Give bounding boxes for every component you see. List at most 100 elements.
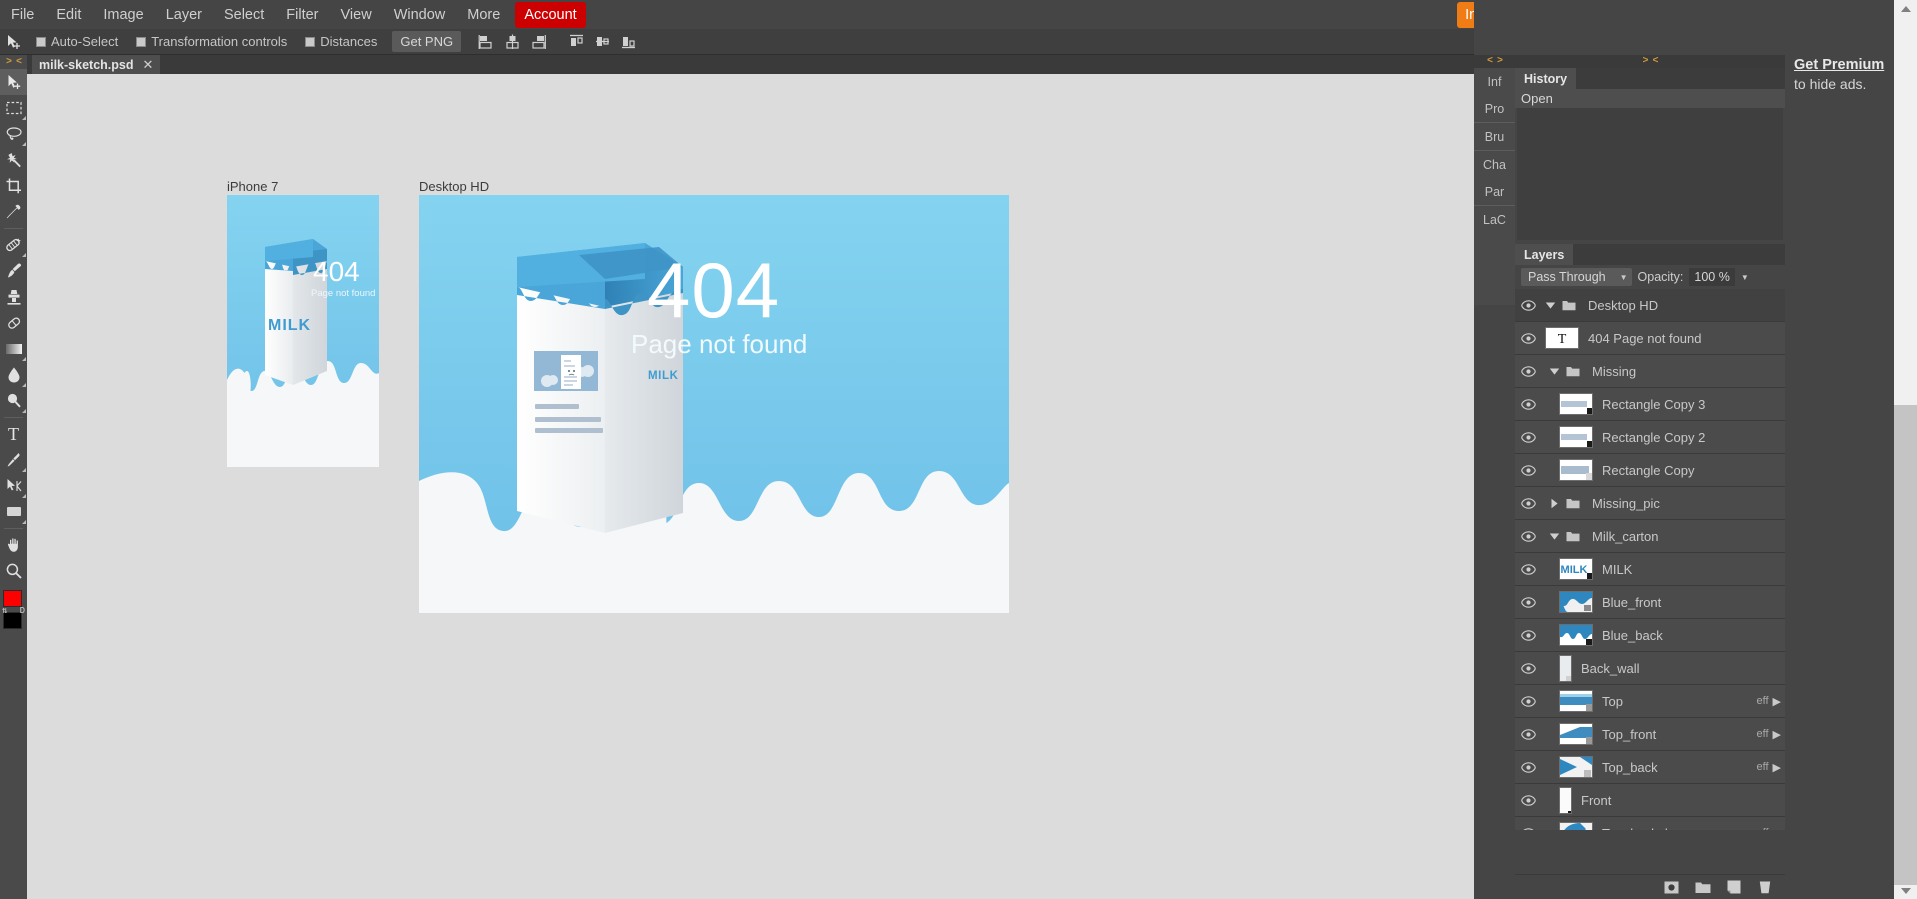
checkbox-icon[interactable] xyxy=(36,36,46,47)
tab-layers[interactable]: Layers xyxy=(1515,244,1574,265)
align-left-icon[interactable] xyxy=(473,29,499,55)
layer-thumbnail[interactable] xyxy=(1559,756,1593,778)
add-mask-icon[interactable] xyxy=(1663,880,1680,895)
layer-thumbnail[interactable] xyxy=(1559,591,1593,613)
eye-icon[interactable] xyxy=(1515,464,1541,476)
menu-item-more[interactable]: More xyxy=(456,2,511,28)
layer-row[interactable]: Blue_back xyxy=(1515,619,1785,652)
toolbar-grip[interactable]: > < xyxy=(0,55,27,69)
layer-effects-badge[interactable]: eff ▶ xyxy=(1757,695,1786,708)
eye-icon[interactable] xyxy=(1515,827,1541,830)
layer-thumbnail[interactable] xyxy=(1559,690,1593,712)
chevron-down-icon[interactable] xyxy=(1545,532,1563,541)
artboard-iphone7[interactable]: MILK 404 Page not found xyxy=(227,195,379,467)
layer-effects-badge[interactable]: eff ▶ xyxy=(1757,761,1786,774)
distribute-top-icon[interactable] xyxy=(563,29,589,55)
opacity-input[interactable]: 100 % xyxy=(1689,268,1735,286)
tool-zoom[interactable] xyxy=(0,558,27,584)
tool-path-select[interactable] xyxy=(0,473,27,499)
menu-item-account[interactable]: Account xyxy=(515,1,586,28)
layer-row[interactable]: Rectangle Copy 3 xyxy=(1515,388,1785,421)
swap-colors-icon[interactable]: ⇅ xyxy=(2,606,7,618)
opacity-chevron-down-icon[interactable]: ▼ xyxy=(1741,273,1749,282)
menu-item-file[interactable]: File xyxy=(0,2,45,28)
tool-magic-wand[interactable] xyxy=(0,147,27,173)
layer-row[interactable]: MILK MILK xyxy=(1515,553,1785,586)
layer-thumbnail[interactable] xyxy=(1559,624,1593,646)
eye-icon[interactable] xyxy=(1515,431,1541,443)
layer-thumbnail[interactable] xyxy=(1559,426,1593,448)
layer-row[interactable]: Rectangle Copy xyxy=(1515,454,1785,487)
tool-brush[interactable] xyxy=(0,258,27,284)
minitab-par[interactable]: Par xyxy=(1474,178,1515,205)
eye-icon[interactable] xyxy=(1515,299,1541,311)
layer-row[interactable]: Top_back eff ▶ xyxy=(1515,751,1785,784)
eye-icon[interactable] xyxy=(1515,398,1541,410)
minitab-lac[interactable]: LaC xyxy=(1474,206,1515,233)
chevron-right-icon[interactable]: ▶ xyxy=(1773,695,1781,708)
new-layer-icon[interactable] xyxy=(1725,880,1742,895)
close-icon[interactable]: ✕ xyxy=(142,57,153,73)
layer-row[interactable]: Back_wall xyxy=(1515,652,1785,685)
distribute-middle-icon[interactable] xyxy=(589,29,615,55)
page-scrollbar-thumb[interactable] xyxy=(1894,405,1917,885)
option-distances[interactable]: Distances xyxy=(296,34,386,49)
menu-item-filter[interactable]: Filter xyxy=(275,2,329,28)
minitab-cha[interactable]: Cha xyxy=(1474,151,1515,178)
move-tool-icon[interactable] xyxy=(0,29,27,55)
layer-row[interactable]: Blue_front xyxy=(1515,586,1785,619)
menu-item-image[interactable]: Image xyxy=(92,2,154,28)
tool-clone-stamp[interactable] xyxy=(0,284,27,310)
eye-icon[interactable] xyxy=(1515,365,1541,377)
eye-icon[interactable] xyxy=(1515,761,1541,773)
chevron-right-icon[interactable] xyxy=(1545,498,1563,509)
align-center-icon[interactable] xyxy=(499,29,525,55)
chevron-right-icon[interactable]: ▶ xyxy=(1773,761,1781,774)
layer-effects-badge[interactable]: eff ▶ xyxy=(1757,728,1786,741)
layer-row[interactable]: Missing_pic xyxy=(1515,487,1785,520)
layer-row[interactable]: Rectangle Copy 2 xyxy=(1515,421,1785,454)
layer-thumbnail[interactable] xyxy=(1559,822,1593,830)
tool-type[interactable]: T xyxy=(0,421,27,447)
menu-item-view[interactable]: View xyxy=(330,2,383,28)
tool-crop[interactable] xyxy=(0,173,27,199)
eye-icon[interactable] xyxy=(1515,629,1541,641)
history-panel-grip[interactable]: > < xyxy=(1515,55,1785,68)
delete-layer-icon[interactable] xyxy=(1756,880,1773,895)
eye-icon[interactable] xyxy=(1515,332,1541,344)
layer-thumbnail[interactable] xyxy=(1559,393,1593,415)
layer-effects-badge[interactable]: eff ▶ xyxy=(1757,827,1786,831)
canvas-viewport[interactable]: iPhone 7 MILK 404 Page not found Desktop… xyxy=(27,74,1474,899)
tool-marquee[interactable] xyxy=(0,95,27,121)
foreground-color-swatch[interactable] xyxy=(3,590,22,607)
layer-thumbnail[interactable] xyxy=(1559,786,1572,814)
scroll-down-arrow-icon[interactable] xyxy=(1894,882,1917,899)
chevron-right-icon[interactable]: ▶ xyxy=(1773,827,1781,831)
eye-icon[interactable] xyxy=(1515,596,1541,608)
layer-row[interactable]: Top_front eff ▶ xyxy=(1515,718,1785,751)
get-premium-link[interactable]: Get Premium xyxy=(1788,55,1894,73)
layer-row[interactable]: Top eff ▶ xyxy=(1515,685,1785,718)
default-colors-icon[interactable]: D xyxy=(20,606,25,618)
tool-lasso[interactable] xyxy=(0,121,27,147)
eye-icon[interactable] xyxy=(1515,497,1541,509)
history-entry[interactable]: Open xyxy=(1515,89,1785,108)
align-right-icon[interactable] xyxy=(525,29,551,55)
new-group-icon[interactable] xyxy=(1694,880,1711,895)
layer-row[interactable]: Milk_carton xyxy=(1515,520,1785,553)
menu-item-window[interactable]: Window xyxy=(383,2,457,28)
layer-row[interactable]: Top_back_low eff ▶ xyxy=(1515,817,1785,830)
get-png-button[interactable]: Get PNG xyxy=(392,31,462,52)
distribute-bottom-icon[interactable] xyxy=(615,29,641,55)
layer-row[interactable]: Desktop HD xyxy=(1515,289,1785,322)
layer-thumbnail[interactable] xyxy=(1559,654,1572,682)
option-transformation-controls[interactable]: Transformation controls xyxy=(127,34,296,49)
menu-item-select[interactable]: Select xyxy=(213,2,275,28)
layer-thumbnail[interactable] xyxy=(1559,459,1593,481)
checkbox-icon[interactable] xyxy=(305,36,316,47)
eye-icon[interactable] xyxy=(1515,794,1541,806)
minitab-inf[interactable]: Inf xyxy=(1474,68,1515,95)
tool-pen[interactable] xyxy=(0,447,27,473)
layer-thumbnail[interactable]: T xyxy=(1545,327,1579,349)
tool-eyedropper[interactable] xyxy=(0,199,27,225)
